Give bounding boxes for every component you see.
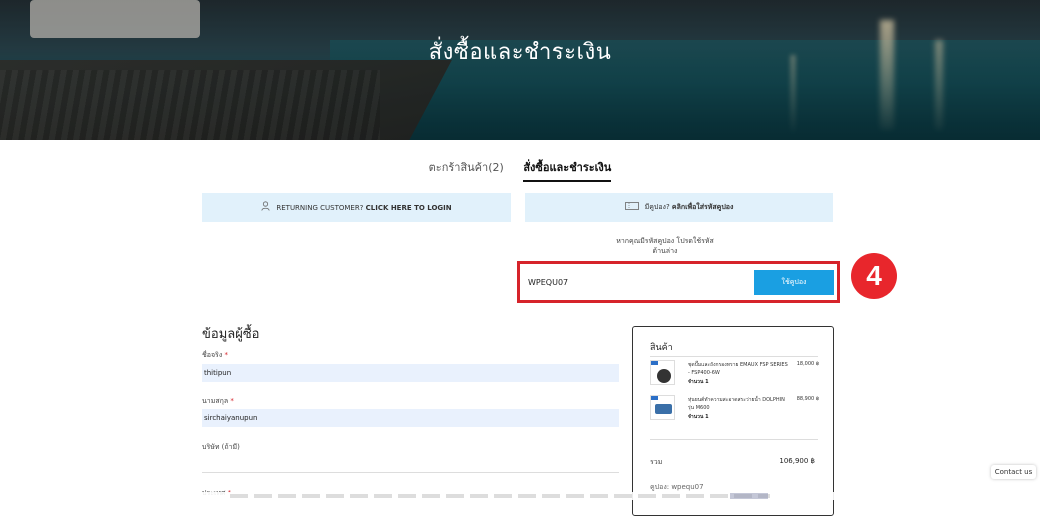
user-icon — [261, 201, 270, 214]
first-name-label: ชื่อจริง * — [202, 351, 228, 359]
page-title: สั่งซื้อและชำระเงิน — [428, 40, 612, 65]
order-item: หุ่นยนต์ทำความสะอาดสระว่ายน้ำ DOLPHIN รุ… — [650, 395, 820, 427]
last-name-label: นามสกุล * — [202, 397, 234, 405]
company-field-underline — [202, 472, 619, 473]
checkout-steps: ตะกร้าสินค้า(2) สั่งซื้อและชำระเงิน — [0, 158, 1040, 182]
step-number-badge: 4 — [851, 253, 897, 299]
product-qty: จำนวน 1 — [688, 379, 709, 385]
billing-section-title: ข้อมูลผู้ซื้อ — [202, 327, 260, 342]
tab-checkout[interactable]: สั่งซื้อและชำระเงิน — [523, 158, 612, 182]
returning-customer-text: RETURNING CUSTOMER? CLICK HERE TO LOGIN — [276, 203, 452, 212]
order-summary-heading: สินค้า — [650, 343, 673, 353]
coupon-hint: หากคุณมีรหัสคูปอง โปรดใช้รหัส ด้านล่าง — [616, 237, 714, 255]
product-thumbnail — [650, 360, 675, 385]
coupon-code-input[interactable] — [528, 273, 748, 291]
cookie-consent-bar — [0, 492, 1040, 500]
returning-customer-notice: RETURNING CUSTOMER? CLICK HERE TO LOGIN — [202, 193, 511, 222]
last-name-field[interactable] — [202, 409, 619, 427]
product-qty: จำนวน 1 — [688, 414, 709, 420]
first-name-field[interactable] — [202, 364, 619, 382]
product-name: ชุดปั๊มและถังกรองทราย EMAUX FSP SERIES -… — [688, 362, 788, 376]
subtotal-label: รวม — [650, 458, 663, 466]
product-price: 88,900 ฿ — [796, 396, 819, 402]
coupon-notice-text: มีคูปอง? คลิกเพื่อใส่รหัสคูปอง — [644, 203, 734, 211]
coupon-ticket-icon — [624, 202, 639, 213]
subtotal-value: 106,900 ฿ — [779, 457, 815, 465]
hero-banner: สั่งซื้อและชำระเงิน — [0, 0, 1040, 140]
product-price: 18,000 ฿ — [796, 361, 819, 367]
coupon-highlight-frame: ใช้คูปอง — [517, 261, 840, 303]
contact-us-button[interactable]: Contact us — [991, 465, 1036, 479]
cookie-accept-button[interactable] — [730, 493, 768, 499]
company-label: บริษัท (ถ้ามี) — [202, 443, 240, 451]
show-coupon-link[interactable]: คลิกเพื่อใส่รหัสคูปอง — [672, 203, 734, 211]
product-thumbnail — [650, 395, 675, 420]
tab-cart[interactable]: ตะกร้าสินค้า(2) — [429, 158, 504, 180]
product-name: หุ่นยนต์ทำความสะอาดสระว่ายน้ำ DOLPHIN รุ… — [688, 397, 785, 411]
order-item: ชุดปั๊มและถังกรองทราย EMAUX FSP SERIES -… — [650, 360, 820, 392]
order-summary: สินค้า ชุดปั๊มและถังกรองทราย EMAUX FSP S… — [632, 326, 834, 516]
coupon-notice: มีคูปอง? คลิกเพื่อใส่รหัสคูปอง — [525, 193, 833, 222]
apply-coupon-button[interactable]: ใช้คูปอง — [754, 270, 834, 295]
login-link[interactable]: CLICK HERE TO LOGIN — [366, 204, 452, 212]
